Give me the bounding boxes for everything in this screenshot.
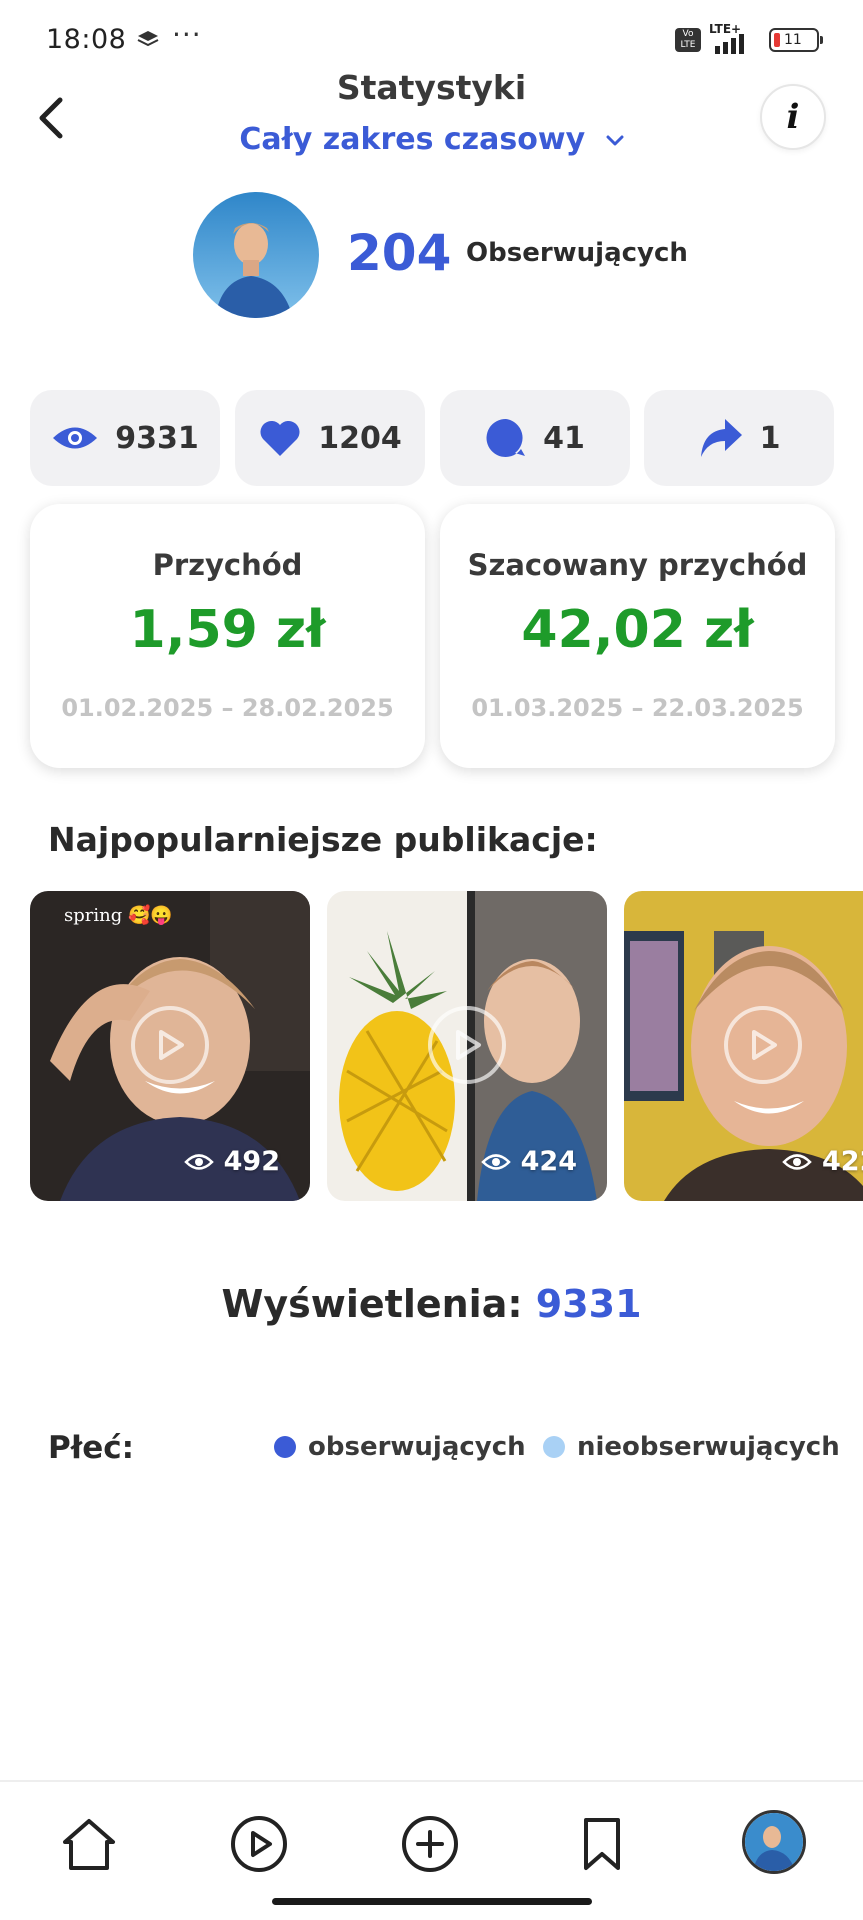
bookmark-icon [584, 1818, 620, 1870]
followers-count: 204 [347, 224, 452, 282]
signal-icon: LTE+ [709, 22, 761, 54]
legend-dot-nonfollowers [543, 1436, 565, 1458]
gender-label: Płeć: [48, 1430, 135, 1466]
popular-post-thumbnail[interactable]: spring 🥰😛 492 [30, 891, 310, 1201]
revenue-card: Przychód 1,59 zł 01.02.2025 – 28.02.2025 [30, 504, 425, 768]
legend-followers: obserwujących [274, 1432, 526, 1462]
heart-icon [260, 420, 300, 456]
views-total-value: 9331 [535, 1282, 642, 1326]
nav-saved[interactable] [570, 1812, 634, 1876]
post-caption: spring 🥰😛 [64, 905, 173, 926]
layers-icon [137, 31, 159, 47]
status-time: 18:08 [46, 24, 127, 55]
post-views: 492 [183, 1146, 280, 1177]
revenue-title: Przychód [152, 548, 303, 582]
shares-count: 1 [759, 420, 781, 456]
chevron-down-icon [606, 135, 624, 145]
battery-level-fill [774, 33, 780, 47]
legend-followers-label: obserwujących [308, 1432, 526, 1462]
estimated-revenue-card: Szacowany przychód 42,02 zł 01.03.2025 –… [440, 504, 835, 768]
comments-stat: 41 [440, 390, 630, 486]
battery-level: 11 [784, 32, 802, 48]
legend-dot-followers [274, 1436, 296, 1458]
popular-posts-title: Najpopularniejsze publikacje: [48, 820, 598, 859]
eye-icon [480, 1153, 511, 1170]
eye-icon [782, 1153, 812, 1170]
eye-icon [183, 1153, 214, 1170]
views-stat: 9331 [30, 390, 220, 486]
popular-post-thumbnail[interactable]: 424 [327, 891, 607, 1201]
time-range-dropdown[interactable]: Cały zakres czasowy [0, 122, 863, 157]
info-icon: i [786, 97, 800, 137]
revenue-value: 1,59 zł [129, 600, 326, 660]
legend-nonfollowers-label: nieobserwujących [577, 1432, 840, 1462]
eye-icon [53, 427, 98, 449]
time-range-label: Cały zakres czasowy [239, 122, 586, 157]
revenue-period: 01.02.2025 – 28.02.2025 [61, 694, 394, 722]
play-icon [131, 1006, 209, 1084]
nav-home[interactable] [57, 1812, 121, 1876]
shares-stat: 1 [644, 390, 834, 486]
info-button[interactable]: i [760, 84, 826, 150]
estimated-revenue-period: 01.03.2025 – 22.03.2025 [471, 694, 804, 722]
views-total-label: Wyświetlenia: [221, 1282, 523, 1326]
post-views-count: 424 [520, 1146, 577, 1177]
more-notifications-icon: ··· [172, 18, 202, 51]
avatar [193, 192, 319, 318]
page-title: Statystyki [336, 68, 527, 107]
battery-icon: 11 [769, 28, 823, 52]
post-views: 422 [782, 1146, 863, 1177]
play-icon [231, 1816, 287, 1872]
views-count: 9331 [115, 420, 199, 456]
post-views: 424 [480, 1146, 577, 1177]
nav-create[interactable] [398, 1812, 462, 1876]
home-icon [63, 1819, 115, 1870]
post-views-count: 492 [223, 1146, 280, 1177]
views-total: Wyświetlenia: 9331 [0, 1282, 863, 1326]
estimated-revenue-value: 42,02 zł [521, 600, 754, 660]
home-indicator[interactable] [272, 1898, 592, 1905]
play-icon [428, 1006, 506, 1084]
popular-post-thumbnail[interactable]: 422 [624, 891, 863, 1201]
post-views-count: 422 [822, 1146, 863, 1177]
likes-stat: 1204 [235, 390, 425, 486]
comment-icon [486, 418, 526, 457]
followers-label: Obserwujących [466, 238, 688, 268]
estimated-revenue-title: Szacowany przychód [467, 548, 808, 582]
nav-videos[interactable] [227, 1812, 291, 1876]
plus-icon [402, 1816, 458, 1872]
play-icon [724, 1006, 802, 1084]
share-icon [700, 419, 742, 457]
likes-count: 1204 [318, 420, 402, 456]
legend-nonfollowers: nieobserwujących [543, 1432, 840, 1462]
comments-count: 41 [543, 420, 585, 456]
volte-icon: Vo LTE [675, 28, 701, 52]
nav-profile-avatar[interactable] [742, 1810, 806, 1874]
